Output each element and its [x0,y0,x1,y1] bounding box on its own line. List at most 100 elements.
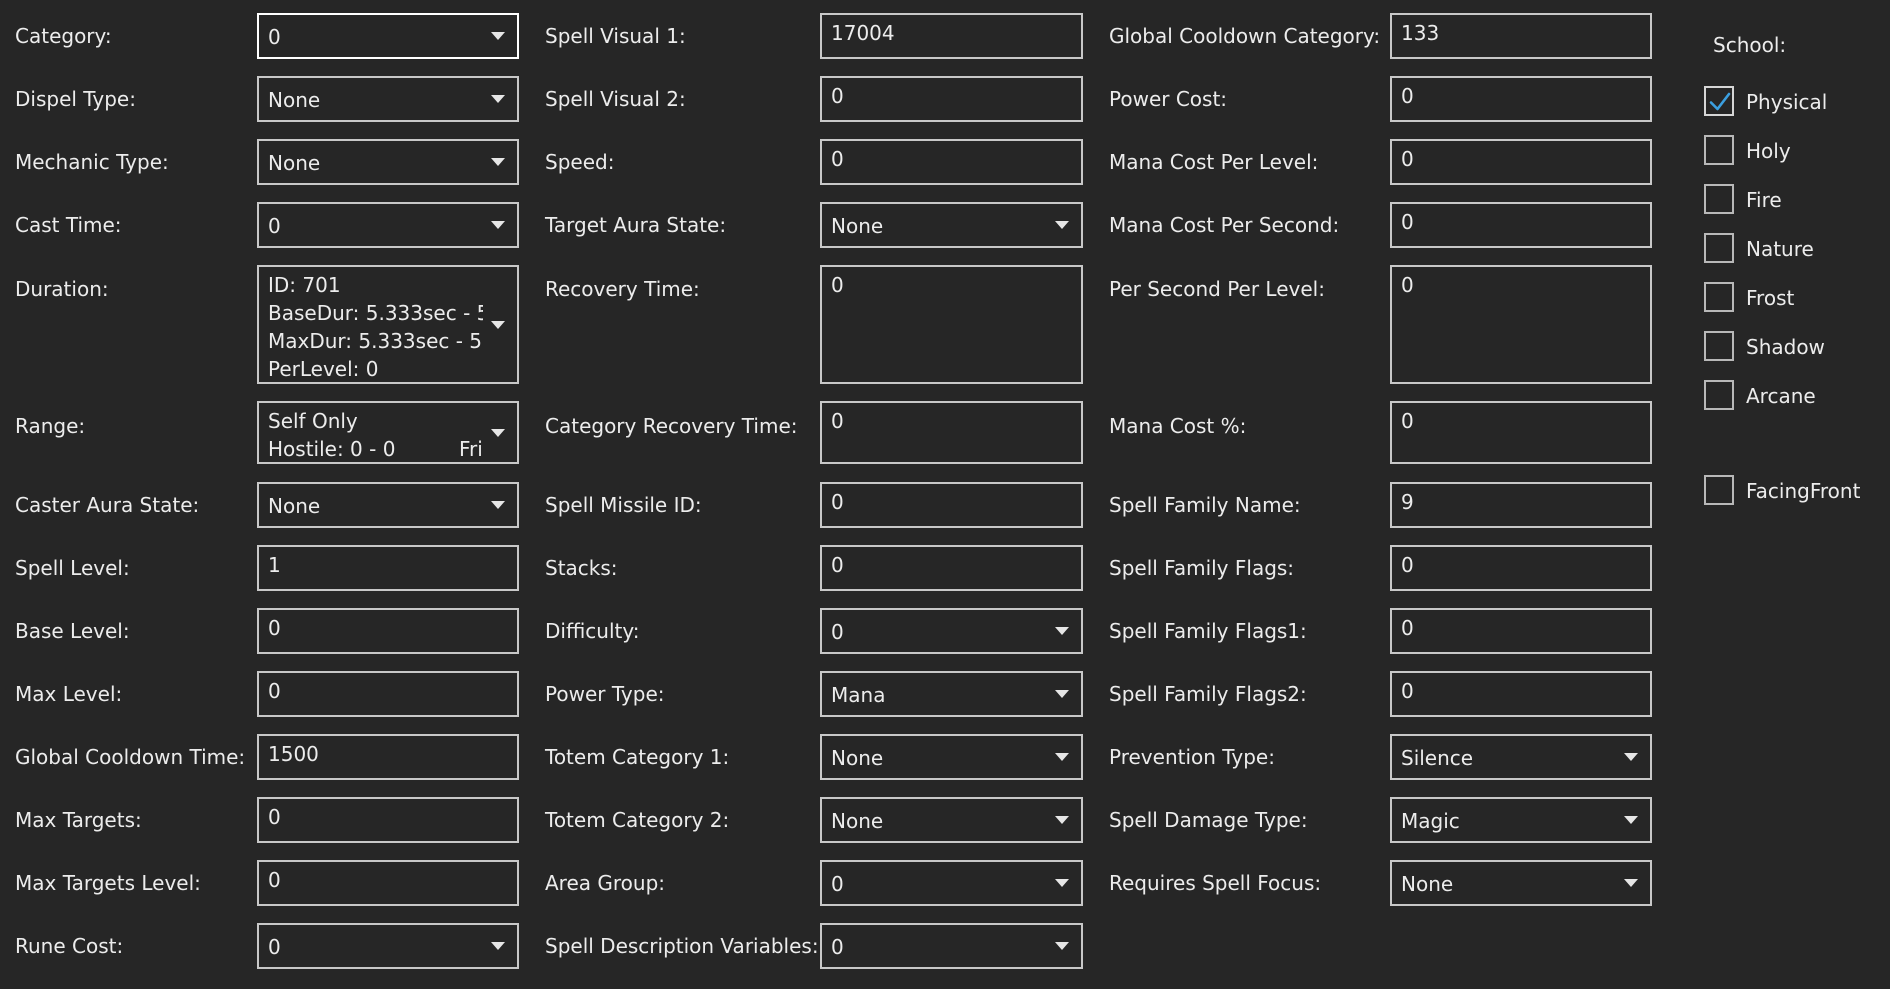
max-targets-level-value: 0 [268,868,281,892]
spell-visual-1-input[interactable]: 17004 [820,13,1083,59]
spell-family-flags1-input[interactable]: 0 [1390,608,1652,654]
spell-damage-type-combobox[interactable]: Magic [1390,797,1652,843]
caster-aura-state-value: None [268,494,321,518]
area-group-combobox[interactable]: 0 [820,860,1083,906]
power-type-value: Mana [831,683,886,707]
global-cooldown-category-value: 133 [1401,21,1440,45]
base-level-value: 0 [268,616,281,640]
max-targets-label: Max Targets: [15,808,142,832]
target-aura-state-combobox[interactable]: None [820,202,1083,248]
per-second-per-level-input[interactable]: 0 [1390,265,1652,384]
mana-cost-per-second-value: 0 [1401,210,1414,234]
mechanic-type-combobox[interactable]: None [257,139,519,185]
spell-visual-1-label: Spell Visual 1: [545,24,686,48]
cast-time-value: 0 [268,214,281,238]
chevron-down-icon [1055,816,1069,824]
chevron-down-icon [491,158,505,166]
mana-cost-per-level-value: 0 [1401,147,1414,171]
cast-time-label: Cast Time: [15,213,122,237]
caster-aura-state-combobox[interactable]: None [257,482,519,528]
chevron-down-icon [1055,627,1069,635]
school-label-arcane: Arcane [1746,384,1816,408]
prevention-type-combobox[interactable]: Silence [1390,734,1652,780]
rune-cost-combobox[interactable]: 0 [257,923,519,969]
chevron-down-icon [491,221,505,229]
max-targets-level-input[interactable]: 0 [257,860,519,906]
duration-combobox[interactable]: ID: 701 BaseDur: 5.333sec - 5. MaxDur: 5… [257,265,519,384]
school-label-fire: Fire [1746,188,1782,212]
requires-spell-focus-combobox[interactable]: None [1390,860,1652,906]
mana-cost-per-second-label: Mana Cost Per Second: [1109,213,1340,237]
max-targets-value: 0 [268,805,281,829]
cast-time-combobox[interactable]: 0 [257,202,519,248]
duration-label: Duration: [15,277,109,301]
power-cost-input[interactable]: 0 [1390,76,1652,122]
speed-value: 0 [831,147,844,171]
totem-category-1-combobox[interactable]: None [820,734,1083,780]
chevron-down-icon [491,428,505,437]
rune-cost-value: 0 [268,935,281,959]
difficulty-combobox[interactable]: 0 [820,608,1083,654]
spell-family-name-label: Spell Family Name: [1109,493,1301,517]
spell-level-input[interactable]: 1 [257,545,519,591]
spell-family-flags2-label: Spell Family Flags2: [1109,682,1307,706]
max-targets-input[interactable]: 0 [257,797,519,843]
recovery-time-value: 0 [831,273,844,297]
checkbox-box [1704,380,1734,410]
requires-spell-focus-label: Requires Spell Focus: [1109,871,1322,895]
spell-missile-id-input[interactable]: 0 [820,482,1083,528]
spell-family-name-value: 9 [1401,490,1414,514]
range-line-self: Self Only [268,409,358,433]
area-group-label: Area Group: [545,871,666,895]
difficulty-value: 0 [831,620,844,644]
spell-level-label: Spell Level: [15,556,130,580]
spell-family-flags1-label: Spell Family Flags1: [1109,619,1307,643]
base-level-input[interactable]: 0 [257,608,519,654]
spell-family-name-input[interactable]: 9 [1390,482,1652,528]
spell-visual-2-label: Spell Visual 2: [545,87,686,111]
chevron-down-icon [1055,753,1069,761]
mana-cost-pct-input[interactable]: 0 [1390,401,1652,464]
speed-input[interactable]: 0 [820,139,1083,185]
spell-missile-id-value: 0 [831,490,844,514]
requires-spell-focus-value: None [1401,872,1454,896]
spell-description-variables-combobox[interactable]: 0 [820,923,1083,969]
school-label-holy: Holy [1746,139,1791,163]
power-type-combobox[interactable]: Mana [820,671,1083,717]
spell-visual-2-input[interactable]: 0 [820,76,1083,122]
area-group-value: 0 [831,872,844,896]
max-targets-level-label: Max Targets Level: [15,871,201,895]
stacks-input[interactable]: 0 [820,545,1083,591]
chevron-down-icon [491,942,505,950]
spell-family-flags2-value: 0 [1401,679,1414,703]
chevron-down-icon [1055,690,1069,698]
totem-category-1-value: None [831,746,884,770]
checkbox-box [1704,184,1734,214]
checkbox-box [1704,135,1734,165]
duration-line-perlevel: PerLevel: 0 [268,357,379,381]
category-value: 0 [268,25,281,49]
mana-cost-per-second-input[interactable]: 0 [1390,202,1652,248]
spell-family-flags-value: 0 [1401,553,1414,577]
global-cooldown-time-input[interactable]: 1500 [257,734,519,780]
global-cooldown-category-input[interactable]: 133 [1390,13,1652,59]
caster-aura-state-label: Caster Aura State: [15,493,200,517]
checkbox-box [1704,282,1734,312]
max-level-input[interactable]: 0 [257,671,519,717]
totem-category-2-combobox[interactable]: None [820,797,1083,843]
max-level-label: Max Level: [15,682,123,706]
checkbox-box [1704,331,1734,361]
spell-family-flags2-input[interactable]: 0 [1390,671,1652,717]
category-recovery-time-input[interactable]: 0 [820,401,1083,464]
dispel-type-combobox[interactable]: None [257,76,519,122]
range-combobox[interactable]: Self Only Hostile: 0 - 0 Frie [257,401,519,464]
spell-family-flags-input[interactable]: 0 [1390,545,1652,591]
global-cooldown-time-label: Global Cooldown Time: [15,745,246,769]
category-combobox[interactable]: 0 [257,13,519,59]
chevron-down-icon [1055,879,1069,887]
spell-missile-id-label: Spell Missile ID: [545,493,702,517]
mana-cost-per-level-input[interactable]: 0 [1390,139,1652,185]
recovery-time-input[interactable]: 0 [820,265,1083,384]
difficulty-label: Difficulty: [545,619,640,643]
spell-family-flags-label: Spell Family Flags: [1109,556,1295,580]
